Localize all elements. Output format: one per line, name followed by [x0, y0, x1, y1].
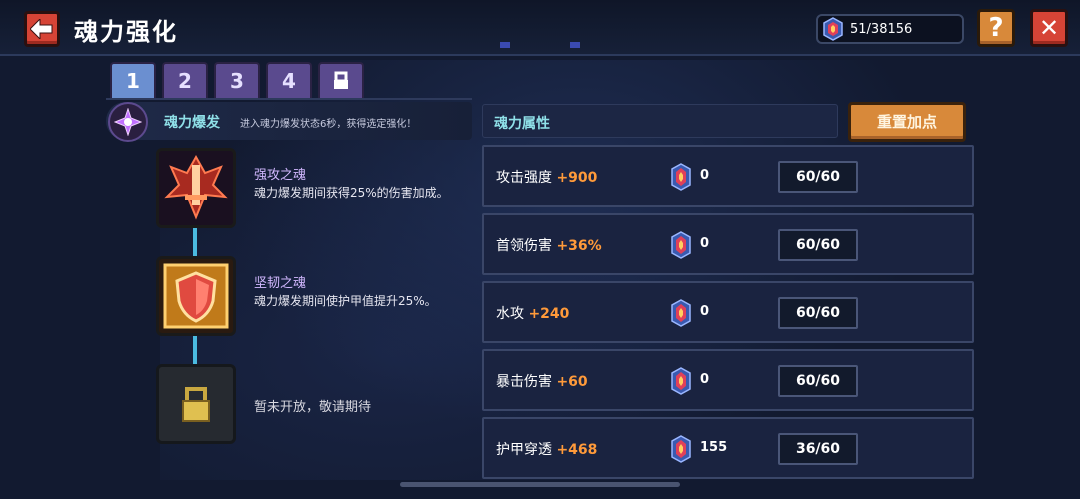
close-button[interactable]: ✕ — [1030, 9, 1068, 47]
attribute-row[interactable]: 攻击强度 +900 0 60/60 — [482, 145, 974, 207]
tab-underline — [106, 98, 472, 100]
attribute-row[interactable]: 暴击伤害 +60 0 60/60 — [482, 349, 974, 411]
currency-value: 51/38156 — [850, 21, 913, 37]
skill-node-locked — [156, 364, 236, 444]
decorative-ornament — [500, 42, 580, 48]
soul-gem-icon — [671, 231, 691, 259]
tab-3[interactable]: 3 — [214, 62, 260, 98]
soul-burst-icon — [108, 102, 148, 142]
soul-currency-counter: 51/38156 — [816, 14, 964, 44]
burst-description: 进入魂力爆发状态6秒，获得选定强化！ — [240, 119, 417, 130]
attribute-level: 60/60 — [778, 161, 858, 193]
attribute-cost: 0 — [700, 304, 710, 319]
back-button[interactable] — [24, 11, 60, 47]
attribute-cost: 155 — [700, 440, 728, 455]
attribute-cost: 0 — [700, 372, 710, 387]
shield-icon — [163, 263, 229, 329]
skill-name-toughness: 坚韧之魂 — [254, 276, 307, 291]
attribute-level: 60/60 — [778, 229, 858, 261]
attribute-row[interactable]: 护甲穿透 +468 155 36/60 — [482, 417, 974, 479]
locked-skill-text: 暂未开放，敬请期待 — [254, 400, 372, 415]
attribute-row[interactable]: 水攻 +240 0 60/60 — [482, 281, 974, 343]
padlock-icon — [182, 387, 210, 422]
tab-1[interactable]: 1 — [110, 62, 156, 98]
skill-name-strength: 强攻之魂 — [254, 168, 307, 183]
attribute-cost: 0 — [700, 236, 710, 251]
attribute-label: 护甲穿透 +468 — [496, 442, 598, 458]
soul-gem-icon — [671, 299, 691, 327]
tab-2[interactable]: 2 — [162, 62, 208, 98]
help-button[interactable]: ? — [977, 9, 1015, 47]
skill-desc-toughness: 魂力爆发期间使护甲值提升25%。 — [254, 294, 437, 308]
attribute-label: 攻击强度 +900 — [496, 170, 598, 186]
sword-emblem-icon — [164, 154, 228, 220]
attributes-title: 魂力属性 — [494, 116, 550, 132]
soul-gem-icon — [671, 163, 691, 191]
soul-gem-icon — [823, 17, 843, 41]
attribute-label: 首领伤害 +36% — [496, 238, 602, 254]
tab-locked[interactable] — [318, 62, 364, 98]
scrollbar[interactable] — [400, 482, 680, 487]
soul-gem-icon — [671, 435, 691, 463]
attribute-cost: 0 — [700, 168, 710, 183]
reset-points-button[interactable]: 重置加点 — [848, 102, 966, 142]
attribute-level: 60/60 — [778, 365, 858, 397]
burst-title: 魂力爆发 — [164, 115, 220, 131]
attribute-level: 60/60 — [778, 297, 858, 329]
attribute-row[interactable]: 首领伤害 +36% 0 60/60 — [482, 213, 974, 275]
soul-gem-icon — [671, 367, 691, 395]
tab-4[interactable]: 4 — [266, 62, 312, 98]
skill-node-strength[interactable] — [156, 148, 236, 228]
skill-desc-strength: 魂力爆发期间获得25%的伤害加成。 — [254, 186, 449, 200]
page-title: 魂力强化 — [74, 18, 178, 46]
attribute-label: 水攻 +240 — [496, 306, 570, 322]
skill-node-toughness[interactable] — [156, 256, 236, 336]
attribute-level: 36/60 — [778, 433, 858, 465]
attribute-label: 暴击伤害 +60 — [496, 374, 588, 390]
arrow-left-icon — [30, 19, 53, 39]
lock-icon — [334, 71, 348, 89]
skill-connector — [193, 228, 197, 256]
skill-connector — [193, 336, 197, 364]
